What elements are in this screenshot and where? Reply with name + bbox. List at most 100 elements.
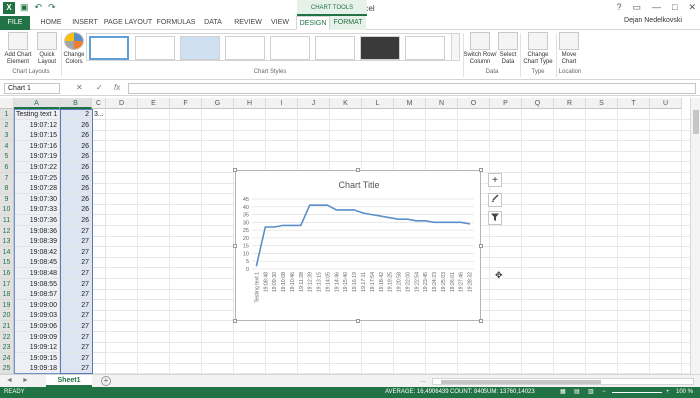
data-point[interactable] bbox=[380, 215, 382, 217]
row-header[interactable]: 16 bbox=[0, 268, 14, 279]
resize-handle[interactable] bbox=[479, 168, 483, 172]
change-colors-button[interactable]: Change Colors bbox=[62, 32, 86, 66]
add-chart-element-button[interactable]: Add Chart Element bbox=[2, 32, 34, 66]
tab-review[interactable]: REVIEW bbox=[230, 16, 266, 30]
change-chart-type-button[interactable]: Change Chart Type bbox=[522, 32, 554, 66]
column-header-g[interactable]: G bbox=[202, 98, 234, 109]
row-header[interactable]: 22 bbox=[0, 331, 14, 343]
cell-b[interactable]: 26 bbox=[60, 151, 92, 163]
cell-a[interactable]: 19:08:45 bbox=[14, 257, 60, 269]
data-point[interactable] bbox=[424, 220, 426, 222]
cell-a[interactable]: 19:07:25 bbox=[14, 172, 60, 184]
column-header-j[interactable]: J bbox=[298, 98, 330, 109]
zoom-out-icon[interactable]: − bbox=[602, 387, 606, 398]
cell-b[interactable]: 27 bbox=[60, 268, 92, 279]
cell-c[interactable] bbox=[92, 119, 106, 131]
row-header[interactable]: 17 bbox=[0, 278, 14, 290]
cell-a[interactable]: 19:09:00 bbox=[14, 299, 60, 311]
data-point[interactable] bbox=[353, 209, 355, 211]
sheet-next-icon[interactable]: ► bbox=[22, 377, 29, 384]
column-header-s[interactable]: S bbox=[586, 98, 618, 109]
cell-a[interactable]: 19:09:06 bbox=[14, 321, 60, 332]
tab-design[interactable]: DESIGN bbox=[296, 16, 330, 30]
column-header-b[interactable]: B bbox=[60, 98, 92, 109]
column-header-d[interactable]: D bbox=[106, 98, 138, 109]
row-header[interactable]: 19 bbox=[0, 299, 14, 311]
row-header[interactable]: 13 bbox=[0, 236, 14, 248]
name-box[interactable]: Chart 1 bbox=[4, 83, 60, 94]
horizontal-scrollbar[interactable] bbox=[432, 378, 694, 385]
chart-style-4[interactable] bbox=[225, 36, 265, 60]
data-point[interactable] bbox=[309, 204, 311, 206]
cell-c[interactable] bbox=[92, 225, 106, 237]
enter-icon[interactable]: ✓ bbox=[96, 83, 103, 92]
data-point[interactable] bbox=[415, 220, 417, 222]
cell-c[interactable] bbox=[92, 183, 106, 195]
cell-a[interactable]: 19:07:19 bbox=[14, 151, 60, 163]
sheet-more-icon[interactable]: ... bbox=[420, 377, 426, 384]
cell-c[interactable]: 3... bbox=[92, 109, 106, 120]
data-point[interactable] bbox=[406, 218, 408, 220]
select-all-corner[interactable] bbox=[0, 98, 14, 109]
row-header[interactable]: 25 bbox=[0, 363, 14, 374]
cell-b[interactable]: 27 bbox=[60, 310, 92, 322]
row-header[interactable]: 4 bbox=[0, 140, 14, 152]
resize-handle[interactable] bbox=[356, 319, 360, 323]
cell-c[interactable] bbox=[92, 172, 106, 184]
tab-view[interactable]: VIEW bbox=[266, 16, 294, 30]
column-header-u[interactable]: U bbox=[650, 98, 682, 109]
row-header[interactable]: 20 bbox=[0, 310, 14, 322]
cell-a[interactable]: 19:07:16 bbox=[14, 140, 60, 152]
formula-input[interactable] bbox=[128, 83, 696, 94]
cell-b[interactable]: 2 bbox=[60, 109, 92, 120]
add-sheet-button[interactable]: + bbox=[101, 376, 111, 386]
cell-a[interactable]: 19:09:03 bbox=[14, 310, 60, 322]
column-header-f[interactable]: F bbox=[170, 98, 202, 109]
cell-b[interactable]: 27 bbox=[60, 289, 92, 301]
data-point[interactable] bbox=[255, 265, 258, 267]
row-header[interactable]: 23 bbox=[0, 342, 14, 354]
user-name[interactable]: Dejan Nedelkovski bbox=[624, 17, 682, 24]
row-header[interactable]: 7 bbox=[0, 172, 14, 184]
data-point[interactable] bbox=[318, 204, 320, 206]
data-point[interactable] bbox=[371, 213, 373, 216]
chart-style-3[interactable] bbox=[180, 36, 220, 60]
data-point[interactable] bbox=[264, 226, 266, 228]
cell-c[interactable] bbox=[92, 310, 106, 322]
column-header-q[interactable]: Q bbox=[522, 98, 554, 109]
cell-c[interactable] bbox=[92, 289, 106, 301]
row-header[interactable]: 8 bbox=[0, 183, 14, 195]
row-header[interactable]: 15 bbox=[0, 257, 14, 269]
cell-a[interactable]: 19:09:18 bbox=[14, 363, 60, 374]
cell-b[interactable]: 26 bbox=[60, 119, 92, 131]
cell-c[interactable] bbox=[92, 193, 106, 205]
cell-a[interactable]: 19:09:12 bbox=[14, 342, 60, 354]
chart-elements-button[interactable]: + bbox=[488, 173, 502, 187]
column-header-t[interactable]: T bbox=[618, 98, 650, 109]
brush-icon[interactable] bbox=[488, 193, 502, 207]
column-header-e[interactable]: E bbox=[138, 98, 170, 109]
cell-c[interactable] bbox=[92, 140, 106, 152]
cell-c[interactable] bbox=[92, 321, 106, 332]
cell-c[interactable] bbox=[92, 278, 106, 290]
resize-handle[interactable] bbox=[356, 168, 360, 172]
data-point[interactable] bbox=[468, 223, 471, 225]
row-header[interactable]: 1 bbox=[0, 109, 14, 120]
cell-a[interactable]: 19:07:36 bbox=[14, 215, 60, 226]
data-point[interactable] bbox=[273, 226, 275, 228]
row-header[interactable]: 12 bbox=[0, 225, 14, 237]
cell-a[interactable]: 19:08:39 bbox=[14, 236, 60, 248]
ribbon-display-icon[interactable]: ▭ bbox=[633, 2, 642, 13]
column-header-a[interactable]: A bbox=[14, 98, 60, 109]
cell-a[interactable]: Testing text 1 bbox=[14, 109, 60, 120]
maximize-icon[interactable]: □ bbox=[672, 2, 677, 13]
cell-b[interactable]: 27 bbox=[60, 246, 92, 258]
resize-handle[interactable] bbox=[233, 244, 237, 248]
cell-b[interactable]: 26 bbox=[60, 193, 92, 205]
cell-b[interactable]: 27 bbox=[60, 363, 92, 374]
row-header[interactable]: 5 bbox=[0, 151, 14, 163]
cell-a[interactable]: 19:08:48 bbox=[14, 268, 60, 279]
cell-c[interactable] bbox=[92, 236, 106, 248]
gallery-more-button[interactable] bbox=[451, 34, 459, 60]
resize-handle[interactable] bbox=[479, 319, 483, 323]
